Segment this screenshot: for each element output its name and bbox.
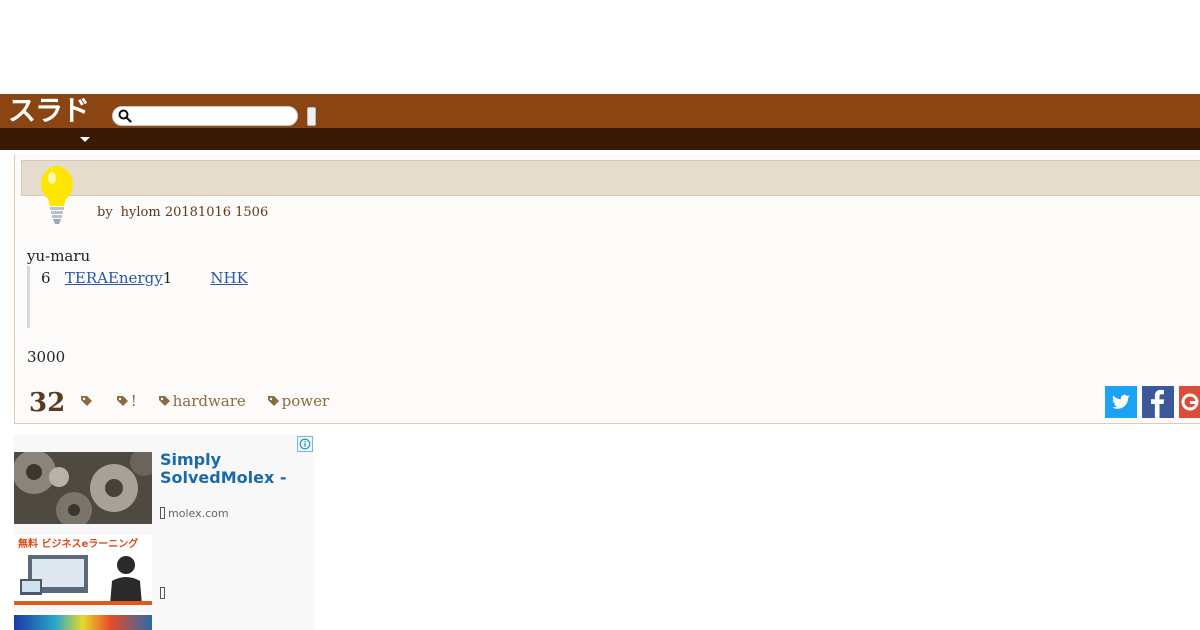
submitter-name: yu-maru [27, 247, 91, 265]
quote-link-teraenergy[interactable]: TERAEnergy [65, 269, 163, 287]
tag-label: ! [130, 392, 137, 410]
glyph-box [160, 587, 165, 599]
article-body: 3000 [27, 348, 66, 366]
tag-icon [267, 395, 279, 406]
twitter-icon [1112, 394, 1130, 409]
comment-count[interactable]: 32 [29, 388, 65, 418]
article-timestamp: 20181016 1506 [164, 205, 269, 220]
tag-icon [81, 395, 92, 406]
ad-domain: molex.com [160, 507, 229, 520]
tag-item[interactable] [80, 395, 95, 408]
lightbulb-icon [41, 166, 73, 224]
top-blank-area [0, 0, 1200, 94]
chevron-down-icon[interactable] [80, 137, 90, 142]
quote-link-nhk[interactable]: NHK [210, 269, 247, 287]
tag-item[interactable]: hardware [158, 392, 246, 410]
tag-icon [158, 395, 170, 406]
search-input[interactable] [112, 106, 298, 126]
quote-text: 6 TERAEnergy1 NHK [41, 269, 248, 287]
twitter-share-button[interactable] [1105, 386, 1137, 418]
article-title-bar [21, 160, 1200, 196]
google-plus-share-button[interactable] [1179, 386, 1200, 418]
sub-navigation [0, 128, 1200, 150]
search-icon [118, 109, 132, 123]
elearning-image: 無料 ビジネスeラーニング [14, 535, 152, 605]
search-button[interactable] [307, 107, 316, 126]
tag-list: ! hardware power [80, 392, 345, 412]
author-name[interactable]: hylom [121, 205, 161, 220]
tag-label: hardware [172, 392, 246, 410]
ad-domain-text: molex.com [168, 507, 229, 520]
gears-image [14, 452, 152, 524]
google-plus-icon [1181, 393, 1199, 411]
ad-thumbnail-spectrum[interactable] [14, 612, 152, 630]
ad-thumb-caption: 無料 ビジネスeラーニング [18, 537, 138, 550]
spectrum-image [14, 612, 152, 630]
tag-item[interactable]: ! [116, 392, 137, 410]
glyph-box [160, 507, 165, 519]
tag-item[interactable]: power [267, 392, 330, 410]
ad-domain-2 [160, 587, 168, 600]
article-byline: by hylom 20181016 1506 [97, 205, 268, 220]
facebook-icon [1151, 389, 1165, 418]
tag-label: power [281, 392, 330, 410]
quote-number: 6 [41, 269, 51, 287]
ad-thumbnail-elearning[interactable]: 無料 ビジネスeラーニング [14, 535, 152, 605]
ad-headline[interactable]: Simply SolvedMolex - [160, 451, 300, 487]
quote-after-link: 1 [162, 269, 173, 287]
byline-prefix: by [97, 205, 113, 220]
site-logo[interactable]: スラド [8, 96, 90, 126]
facebook-share-button[interactable] [1142, 386, 1174, 418]
tag-icon [116, 395, 128, 406]
info-icon[interactable] [297, 436, 313, 452]
ad-thumbnail-gears[interactable] [14, 452, 152, 524]
